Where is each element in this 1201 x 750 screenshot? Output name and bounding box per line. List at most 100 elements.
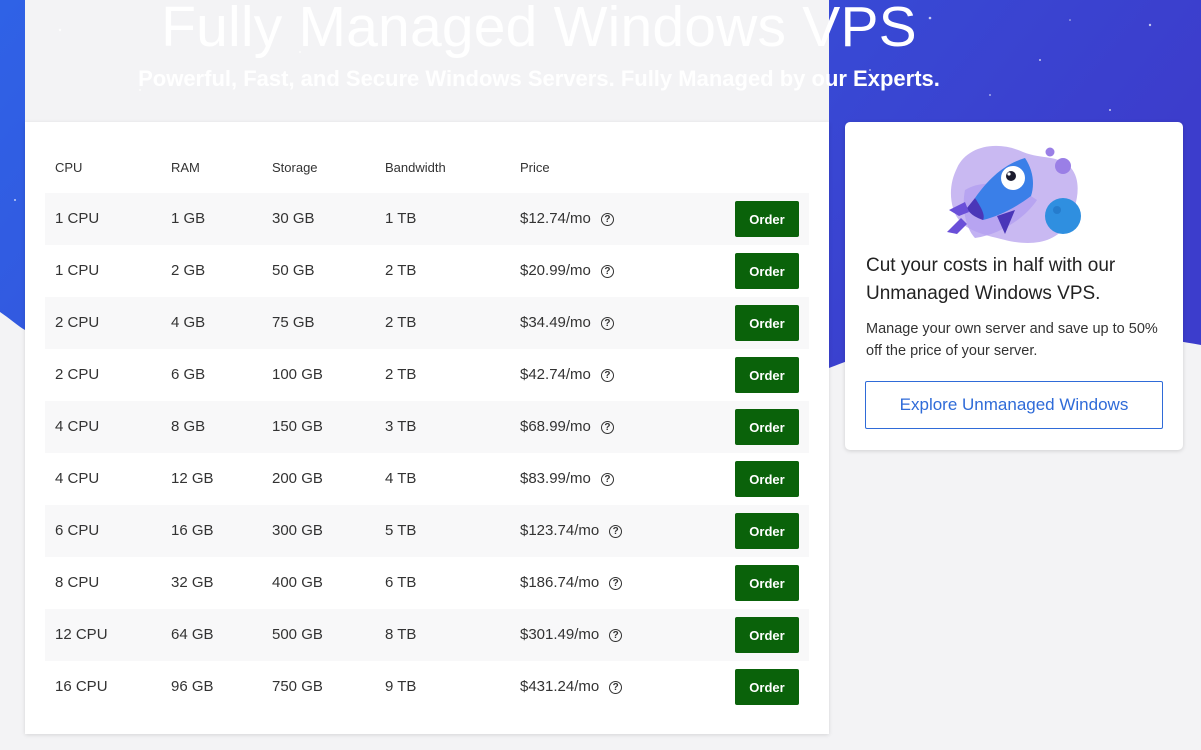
price-cell: $68.99/mo?	[520, 401, 614, 453]
header-storage: Storage	[272, 160, 318, 175]
question-circle-icon[interactable]: ?	[600, 421, 614, 434]
question-circle-icon[interactable]: ?	[600, 369, 614, 382]
table-row: 6 CPU 16 GB 300 GB 5 TB $123.74/mo? Order	[45, 505, 809, 557]
bandwidth-cell: 1 TB	[385, 210, 417, 227]
bandwidth-cell: 9 TB	[385, 678, 417, 695]
table-header: CPU RAM Storage Bandwidth Price	[45, 158, 809, 178]
ram-cell: 4 GB	[171, 314, 206, 331]
cpu-cell: 6 CPU	[55, 522, 100, 539]
price-cell: $301.49/mo?	[520, 609, 623, 661]
price-cell: $20.99/mo?	[520, 245, 614, 297]
bandwidth-cell: 3 TB	[385, 418, 417, 435]
question-circle-icon[interactable]: ?	[609, 629, 623, 642]
cpu-cell: 1 CPU	[55, 262, 100, 279]
order-button[interactable]: Order	[735, 513, 799, 549]
question-circle-icon[interactable]: ?	[600, 213, 614, 226]
header-bandwidth: Bandwidth	[385, 160, 446, 175]
storage-cell: 200 GB	[272, 470, 323, 487]
ram-cell: 16 GB	[171, 522, 214, 539]
cpu-cell: 4 CPU	[55, 470, 100, 487]
cpu-cell: 4 CPU	[55, 418, 100, 435]
storage-cell: 50 GB	[272, 262, 315, 279]
bandwidth-cell: 2 TB	[385, 366, 417, 383]
question-circle-icon[interactable]: ?	[600, 317, 614, 330]
storage-cell: 500 GB	[272, 626, 323, 643]
price-value: $83.99/mo	[520, 470, 591, 487]
storage-cell: 750 GB	[272, 678, 323, 695]
price-value: $12.74/mo	[520, 210, 591, 227]
question-circle-icon[interactable]: ?	[609, 525, 623, 538]
table-row: 4 CPU 8 GB 150 GB 3 TB $68.99/mo? Order	[45, 401, 809, 453]
price-value: $68.99/mo	[520, 418, 591, 435]
ram-cell: 32 GB	[171, 574, 214, 591]
ram-cell: 6 GB	[171, 366, 206, 383]
price-value: $186.74/mo	[520, 574, 600, 591]
order-button[interactable]: Order	[735, 253, 799, 289]
question-circle-icon[interactable]: ?	[600, 265, 614, 278]
promo-card: Cut your costs in half with our Unmanage…	[845, 122, 1183, 450]
question-circle-icon[interactable]: ?	[600, 473, 614, 486]
bandwidth-cell: 2 TB	[385, 262, 417, 279]
price-value: $301.49/mo	[520, 626, 600, 643]
table-row: 2 CPU 6 GB 100 GB 2 TB $42.74/mo? Order	[45, 349, 809, 401]
storage-cell: 150 GB	[272, 418, 323, 435]
price-cell: $34.49/mo?	[520, 297, 614, 349]
header-cpu: CPU	[55, 160, 83, 175]
promo-title: Cut your costs in half with our Unmanage…	[866, 255, 1116, 304]
ram-cell: 1 GB	[171, 210, 206, 227]
price-cell: $123.74/mo?	[520, 505, 623, 557]
bandwidth-cell: 6 TB	[385, 574, 417, 591]
cpu-cell: 2 CPU	[55, 366, 100, 383]
bandwidth-cell: 4 TB	[385, 470, 417, 487]
price-value: $431.24/mo	[520, 678, 600, 695]
order-button[interactable]: Order	[735, 617, 799, 653]
question-circle-icon[interactable]: ?	[609, 681, 623, 694]
table-row: 16 CPU 96 GB 750 GB 9 TB $431.24/mo? Order	[45, 661, 809, 713]
table-row: 4 CPU 12 GB 200 GB 4 TB $83.99/mo? Order	[45, 453, 809, 505]
price-cell: $431.24/mo?	[520, 661, 623, 713]
price-cell: $42.74/mo?	[520, 349, 614, 401]
storage-cell: 400 GB	[272, 574, 323, 591]
price-value: $42.74/mo	[520, 366, 591, 383]
ram-cell: 64 GB	[171, 626, 214, 643]
page-subtitle: Powerful, Fast, and Secure Windows Serve…	[138, 66, 940, 91]
order-button[interactable]: Order	[735, 461, 799, 497]
table-row: 12 CPU 64 GB 500 GB 8 TB $301.49/mo? Order	[45, 609, 809, 661]
order-button[interactable]: Order	[735, 305, 799, 341]
promo-text: Manage your own server and save up to 50…	[866, 321, 1158, 359]
ram-cell: 2 GB	[171, 262, 206, 279]
storage-cell: 300 GB	[272, 522, 323, 539]
cpu-cell: 2 CPU	[55, 314, 100, 331]
storage-cell: 75 GB	[272, 314, 315, 331]
storage-cell: 30 GB	[272, 210, 315, 227]
order-button[interactable]: Order	[735, 409, 799, 445]
cpu-cell: 16 CPU	[55, 678, 108, 695]
header-ram: RAM	[171, 160, 200, 175]
cpu-cell: 8 CPU	[55, 574, 100, 591]
question-circle-icon[interactable]: ?	[609, 577, 623, 590]
bandwidth-cell: 8 TB	[385, 626, 417, 643]
order-button[interactable]: Order	[735, 669, 799, 705]
table-row: 2 CPU 4 GB 75 GB 2 TB $34.49/mo? Order	[45, 297, 809, 349]
cpu-cell: 1 CPU	[55, 210, 100, 227]
ram-cell: 96 GB	[171, 678, 214, 695]
price-cell: $186.74/mo?	[520, 557, 623, 609]
order-button[interactable]: Order	[735, 565, 799, 601]
cpu-cell: 12 CPU	[55, 626, 108, 643]
price-value: $123.74/mo	[520, 522, 600, 539]
bandwidth-cell: 2 TB	[385, 314, 417, 331]
table-row: 1 CPU 1 GB 30 GB 1 TB $12.74/mo? Order	[45, 193, 809, 245]
ram-cell: 12 GB	[171, 470, 214, 487]
explore-unmanaged-windows-button[interactable]: Explore Unmanaged Windows	[865, 381, 1163, 429]
price-value: $20.99/mo	[520, 262, 591, 279]
rocket-icon	[947, 145, 1081, 243]
page-title: Fully Managed Windows VPS	[161, 0, 917, 59]
price-cell: $12.74/mo?	[520, 193, 614, 245]
price-value: $34.49/mo	[520, 314, 591, 331]
header-price: Price	[520, 160, 550, 175]
table-row: 1 CPU 2 GB 50 GB 2 TB $20.99/mo? Order	[45, 245, 809, 297]
ram-cell: 8 GB	[171, 418, 206, 435]
order-button[interactable]: Order	[735, 201, 799, 237]
order-button[interactable]: Order	[735, 357, 799, 393]
price-cell: $83.99/mo?	[520, 453, 614, 505]
